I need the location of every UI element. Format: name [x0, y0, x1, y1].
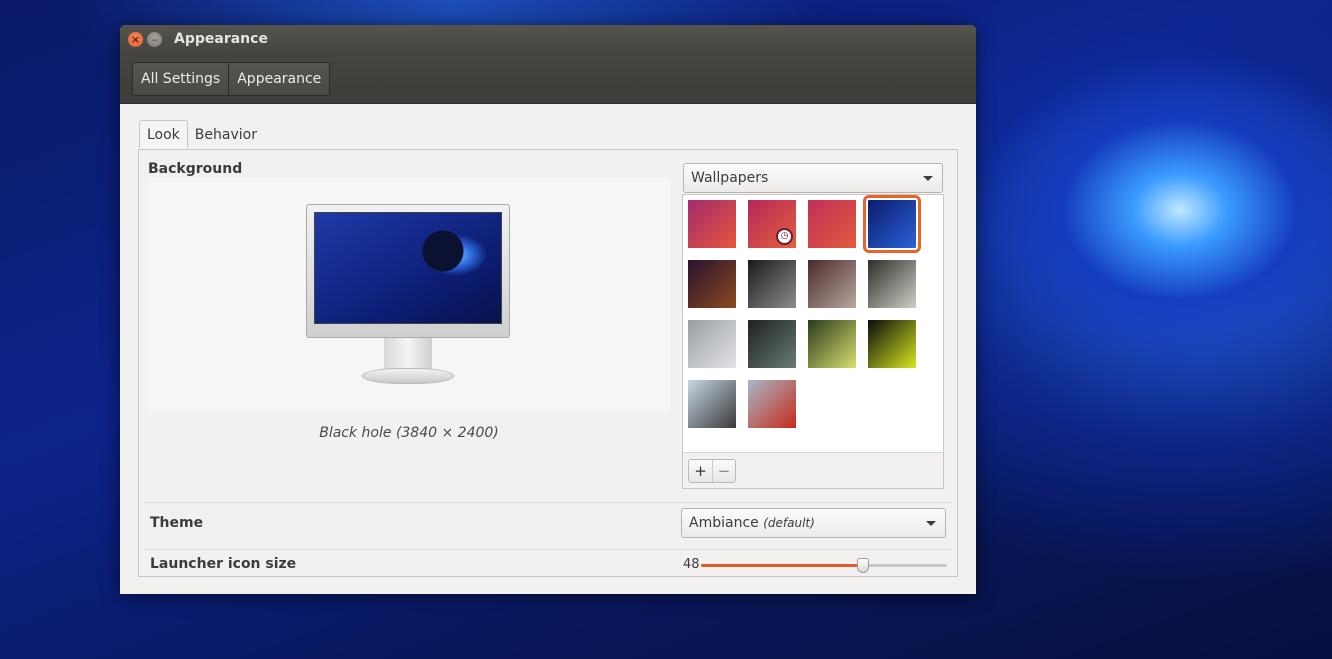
wallpaper-gallery: ◷ + −: [682, 194, 944, 489]
monitor-stand: [384, 338, 432, 372]
wallpaper-thumbnail[interactable]: [688, 260, 736, 308]
appearance-window: × – Appearance All Settings Appearance L…: [120, 25, 976, 594]
content: Look Behavior Background Black hole (384…: [120, 104, 976, 594]
wallpaper-preview: [148, 178, 670, 410]
gallery-toolbar: + −: [683, 452, 943, 488]
monitor-illustration: [306, 204, 510, 338]
divider: [144, 549, 952, 550]
launcher-icon-size-value: 48: [683, 557, 700, 572]
toolbar: All Settings Appearance: [120, 53, 976, 104]
wallpaper-source-value: Wallpapers: [691, 170, 769, 186]
launcher-icon-size-slider[interactable]: [701, 558, 947, 573]
background-label: Background: [148, 161, 243, 177]
close-icon[interactable]: ×: [128, 32, 143, 47]
wallpaper-thumbnail[interactable]: [748, 320, 796, 368]
divider: [144, 502, 952, 503]
wallpaper-thumbnail[interactable]: [868, 320, 916, 368]
preview-screen: [314, 212, 502, 324]
window-title: Appearance: [174, 31, 268, 47]
wallpaper-thumbnail[interactable]: [808, 260, 856, 308]
wallpaper-thumbnail[interactable]: [688, 200, 736, 248]
tab-bar: Look Behavior: [139, 120, 264, 148]
preview-caption: Black hole (3840 × 2400): [319, 425, 499, 441]
look-panel: Background Black hole (3840 × 2400) Wall…: [138, 149, 958, 577]
wallpaper-thumbnail[interactable]: [688, 380, 736, 428]
chevron-down-icon: [926, 521, 936, 526]
launcher-icon-size-label: Launcher icon size: [150, 556, 297, 572]
chevron-down-icon: [923, 176, 933, 181]
minimize-icon[interactable]: –: [147, 32, 162, 47]
theme-label: Theme: [150, 515, 204, 531]
slider-handle[interactable]: [857, 558, 870, 573]
breadcrumb: All Settings Appearance: [132, 62, 331, 96]
titlebar: × – Appearance: [120, 25, 976, 53]
wallpaper-thumbnail[interactable]: [808, 200, 856, 248]
tab-behavior[interactable]: Behavior: [188, 122, 264, 148]
slider-fill: [701, 564, 864, 567]
theme-select[interactable]: Ambiance (default): [681, 508, 946, 538]
theme-hint: (default): [763, 516, 815, 530]
monitor-base: [362, 368, 454, 384]
theme-value: Ambiance: [689, 515, 759, 531]
add-wallpaper-button[interactable]: +: [689, 460, 712, 482]
wallpaper-thumbnail[interactable]: [748, 260, 796, 308]
breadcrumb-appearance[interactable]: Appearance: [228, 63, 329, 95]
add-remove-group: + −: [688, 459, 736, 483]
clock-icon: ◷: [776, 228, 793, 245]
remove-wallpaper-button[interactable]: −: [712, 460, 735, 482]
tab-look[interactable]: Look: [139, 120, 188, 148]
wallpaper-thumbnail-selected[interactable]: [863, 195, 921, 253]
breadcrumb-all-settings[interactable]: All Settings: [133, 63, 228, 95]
wallpaper-thumbnail[interactable]: [748, 380, 796, 428]
thumbnail-grid: ◷: [688, 195, 928, 450]
wallpaper-thumbnail[interactable]: [868, 260, 916, 308]
wallpaper-thumbnail[interactable]: ◷: [748, 200, 796, 248]
wallpaper-thumbnail[interactable]: [688, 320, 736, 368]
wallpaper-source-select[interactable]: Wallpapers: [683, 163, 943, 193]
wallpaper-thumbnail[interactable]: [808, 320, 856, 368]
